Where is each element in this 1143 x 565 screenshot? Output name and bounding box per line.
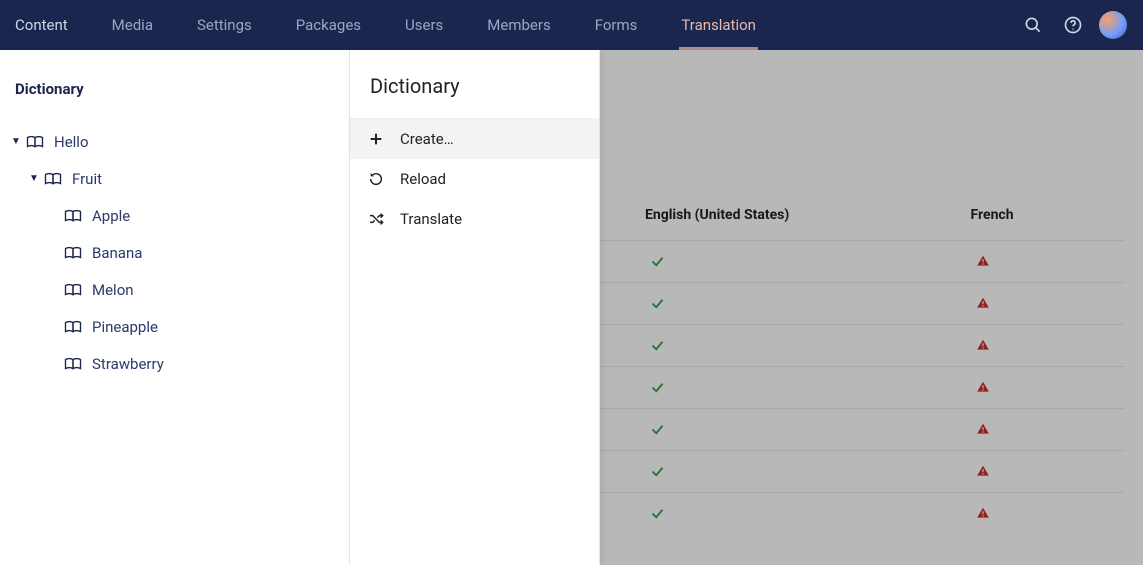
tree-label: Fruit (72, 170, 102, 188)
nav-forms[interactable]: Forms (573, 0, 660, 50)
caret-down-icon[interactable]: ▼ (28, 173, 40, 184)
book-icon (64, 357, 82, 371)
nav-members[interactable]: Members (465, 0, 572, 50)
tree-label: Strawberry (92, 355, 164, 373)
nav-users[interactable]: Users (383, 0, 465, 50)
dictionary-tree: ▼ Hello ▼ Fruit Apple (10, 123, 339, 382)
tree-label: Banana (92, 244, 142, 262)
topnav: Content Media Settings Packages Users Me… (0, 0, 1143, 50)
avatar (1099, 11, 1127, 39)
content-area: English (United States) French (600, 50, 1143, 565)
tree-item-banana[interactable]: Banana (10, 234, 339, 271)
tree-label: Melon (92, 281, 134, 299)
search-icon (1023, 15, 1043, 35)
nav-label: Media (112, 16, 153, 34)
nav-label: Members (487, 16, 550, 34)
context-translate[interactable]: Translate (350, 199, 599, 239)
nav-media[interactable]: Media (90, 0, 175, 50)
nav-label: Content (15, 16, 68, 34)
tree-item-apple[interactable]: Apple (10, 197, 339, 234)
context-create[interactable]: Create… (350, 119, 599, 159)
context-label: Create… (400, 130, 454, 148)
nav-label: Translation (681, 16, 756, 34)
book-icon (44, 172, 62, 186)
nav-label: Users (405, 16, 443, 34)
shuffle-icon (366, 209, 386, 229)
sidebar: Dictionary ▼ Hello ▼ Fruit App (0, 50, 350, 565)
book-icon (64, 320, 82, 334)
tree-item-melon[interactable]: Melon (10, 271, 339, 308)
tree-item-hello[interactable]: ▼ Hello (10, 123, 339, 160)
nav-label: Settings (197, 16, 252, 34)
nav-content[interactable]: Content (10, 0, 90, 50)
help-icon (1063, 15, 1083, 35)
caret-down-icon[interactable]: ▼ (10, 136, 22, 147)
nav-label: Packages (296, 16, 361, 34)
context-label: Translate (400, 210, 462, 228)
tree-label: Hello (54, 133, 89, 151)
user-avatar-button[interactable] (1093, 0, 1133, 50)
help-button[interactable] (1053, 0, 1093, 50)
book-icon (64, 209, 82, 223)
book-icon (26, 135, 44, 149)
dim-overlay[interactable] (600, 50, 1143, 565)
nav-translation[interactable]: Translation (659, 0, 778, 50)
context-title: Dictionary (350, 50, 599, 118)
reload-icon (366, 169, 386, 189)
context-menu: Create… Reload Translate (350, 118, 599, 239)
plus-icon (366, 129, 386, 149)
tree-item-strawberry[interactable]: Strawberry (10, 345, 339, 382)
tree-label: Apple (92, 207, 130, 225)
context-reload[interactable]: Reload (350, 159, 599, 199)
nav-packages[interactable]: Packages (274, 0, 383, 50)
tree-item-pineapple[interactable]: Pineapple (10, 308, 339, 345)
book-icon (64, 246, 82, 260)
context-panel: Dictionary Create… Reload Translate (350, 50, 600, 565)
tree-label: Pineapple (92, 318, 158, 336)
tree-item-fruit[interactable]: ▼ Fruit (10, 160, 339, 197)
sidebar-title: Dictionary (10, 75, 339, 123)
nav-label: Forms (595, 16, 638, 34)
nav-settings[interactable]: Settings (175, 0, 274, 50)
search-button[interactable] (1013, 0, 1053, 50)
book-icon (64, 283, 82, 297)
context-label: Reload (400, 170, 446, 188)
